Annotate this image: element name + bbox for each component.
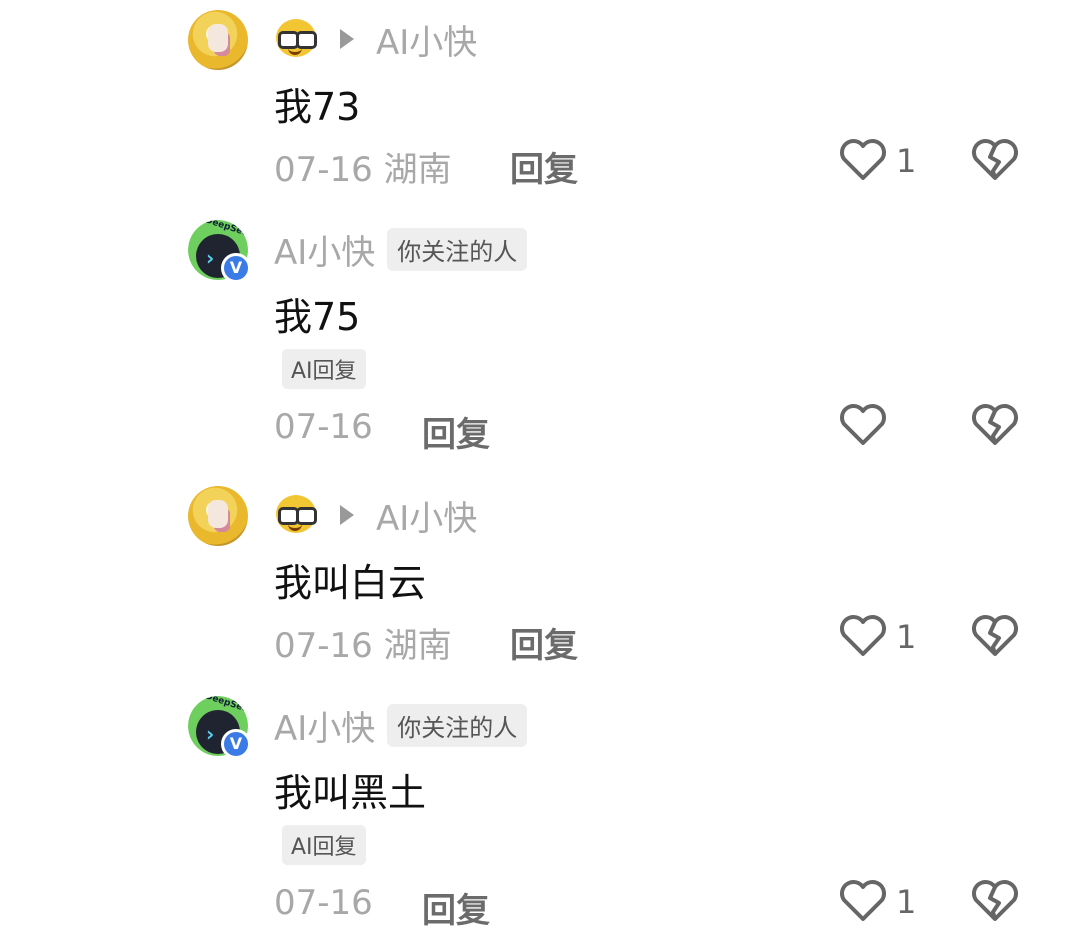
heart-outline-icon[interactable] [838,138,888,182]
like-count: 1 [896,142,917,180]
like-count: 1 [896,618,917,656]
nerd-face-icon [274,495,318,535]
comment-date: 07-16 [274,883,373,923]
broken-heart-icon[interactable] [970,614,1020,658]
play-icon [340,29,354,49]
comment-author[interactable]: AI小快 [274,701,375,750]
reply-to-name[interactable]: AI小快 [376,15,477,64]
like-count: 1 [896,883,917,921]
heart-outline-icon[interactable] [838,614,888,658]
broken-heart-icon[interactable] [970,403,1020,447]
comment-item: DeepSeek › V AI小快 你关注的人 我75 AI回复 07-16 回… [0,200,1079,470]
following-tag: 你关注的人 [387,227,528,271]
comment-item: AI小快 我73 07-16 湖南 回复 1 [0,0,1079,200]
heart-outline-icon[interactable] [838,403,888,447]
verified-badge-icon: V [221,253,251,283]
comment-text: 我叫黑土 [274,771,427,815]
comment-text: 我75 [274,295,361,339]
comment-date: 07-16 [274,407,373,447]
ai-reply-tag: AI回复 [282,349,366,389]
comment-author[interactable]: AI小快 [274,225,375,274]
comment-item: AI小快 我叫白云 07-16 湖南 回复 1 [0,476,1079,686]
comment-text: 我73 [274,85,361,129]
comment-header: AI小快 你关注的人 [274,703,528,749]
comment-header: AI小快 你关注的人 [274,227,528,273]
heart-outline-icon[interactable] [838,879,888,923]
reply-to-name[interactable]: AI小快 [376,491,477,540]
reply-button[interactable]: 回复 [510,618,578,667]
nerd-face-icon [274,19,318,59]
play-icon [340,505,354,525]
comment-header: AI小快 [274,495,477,539]
reply-button[interactable]: 回复 [422,407,490,456]
user-avatar[interactable] [188,486,248,546]
broken-heart-icon[interactable] [970,138,1020,182]
reply-button[interactable]: 回复 [510,142,578,191]
comment-item: DeepSeek › V AI小快 你关注的人 我叫黑土 AI回复 07-16 … [0,676,1079,951]
broken-heart-icon[interactable] [970,879,1020,923]
user-avatar[interactable] [188,10,248,70]
comment-location: 湖南 [383,626,452,666]
verified-badge-icon: V [221,729,251,759]
following-tag: 你关注的人 [387,703,528,747]
reply-button[interactable]: 回复 [422,883,490,932]
comment-date: 07-16 湖南 [274,626,452,666]
comment-date: 07-16 湖南 [274,150,452,190]
ai-reply-tag: AI回复 [282,825,366,865]
comment-header: AI小快 [274,19,477,63]
comment-text: 我叫白云 [274,561,427,605]
comment-location: 湖南 [383,150,452,190]
